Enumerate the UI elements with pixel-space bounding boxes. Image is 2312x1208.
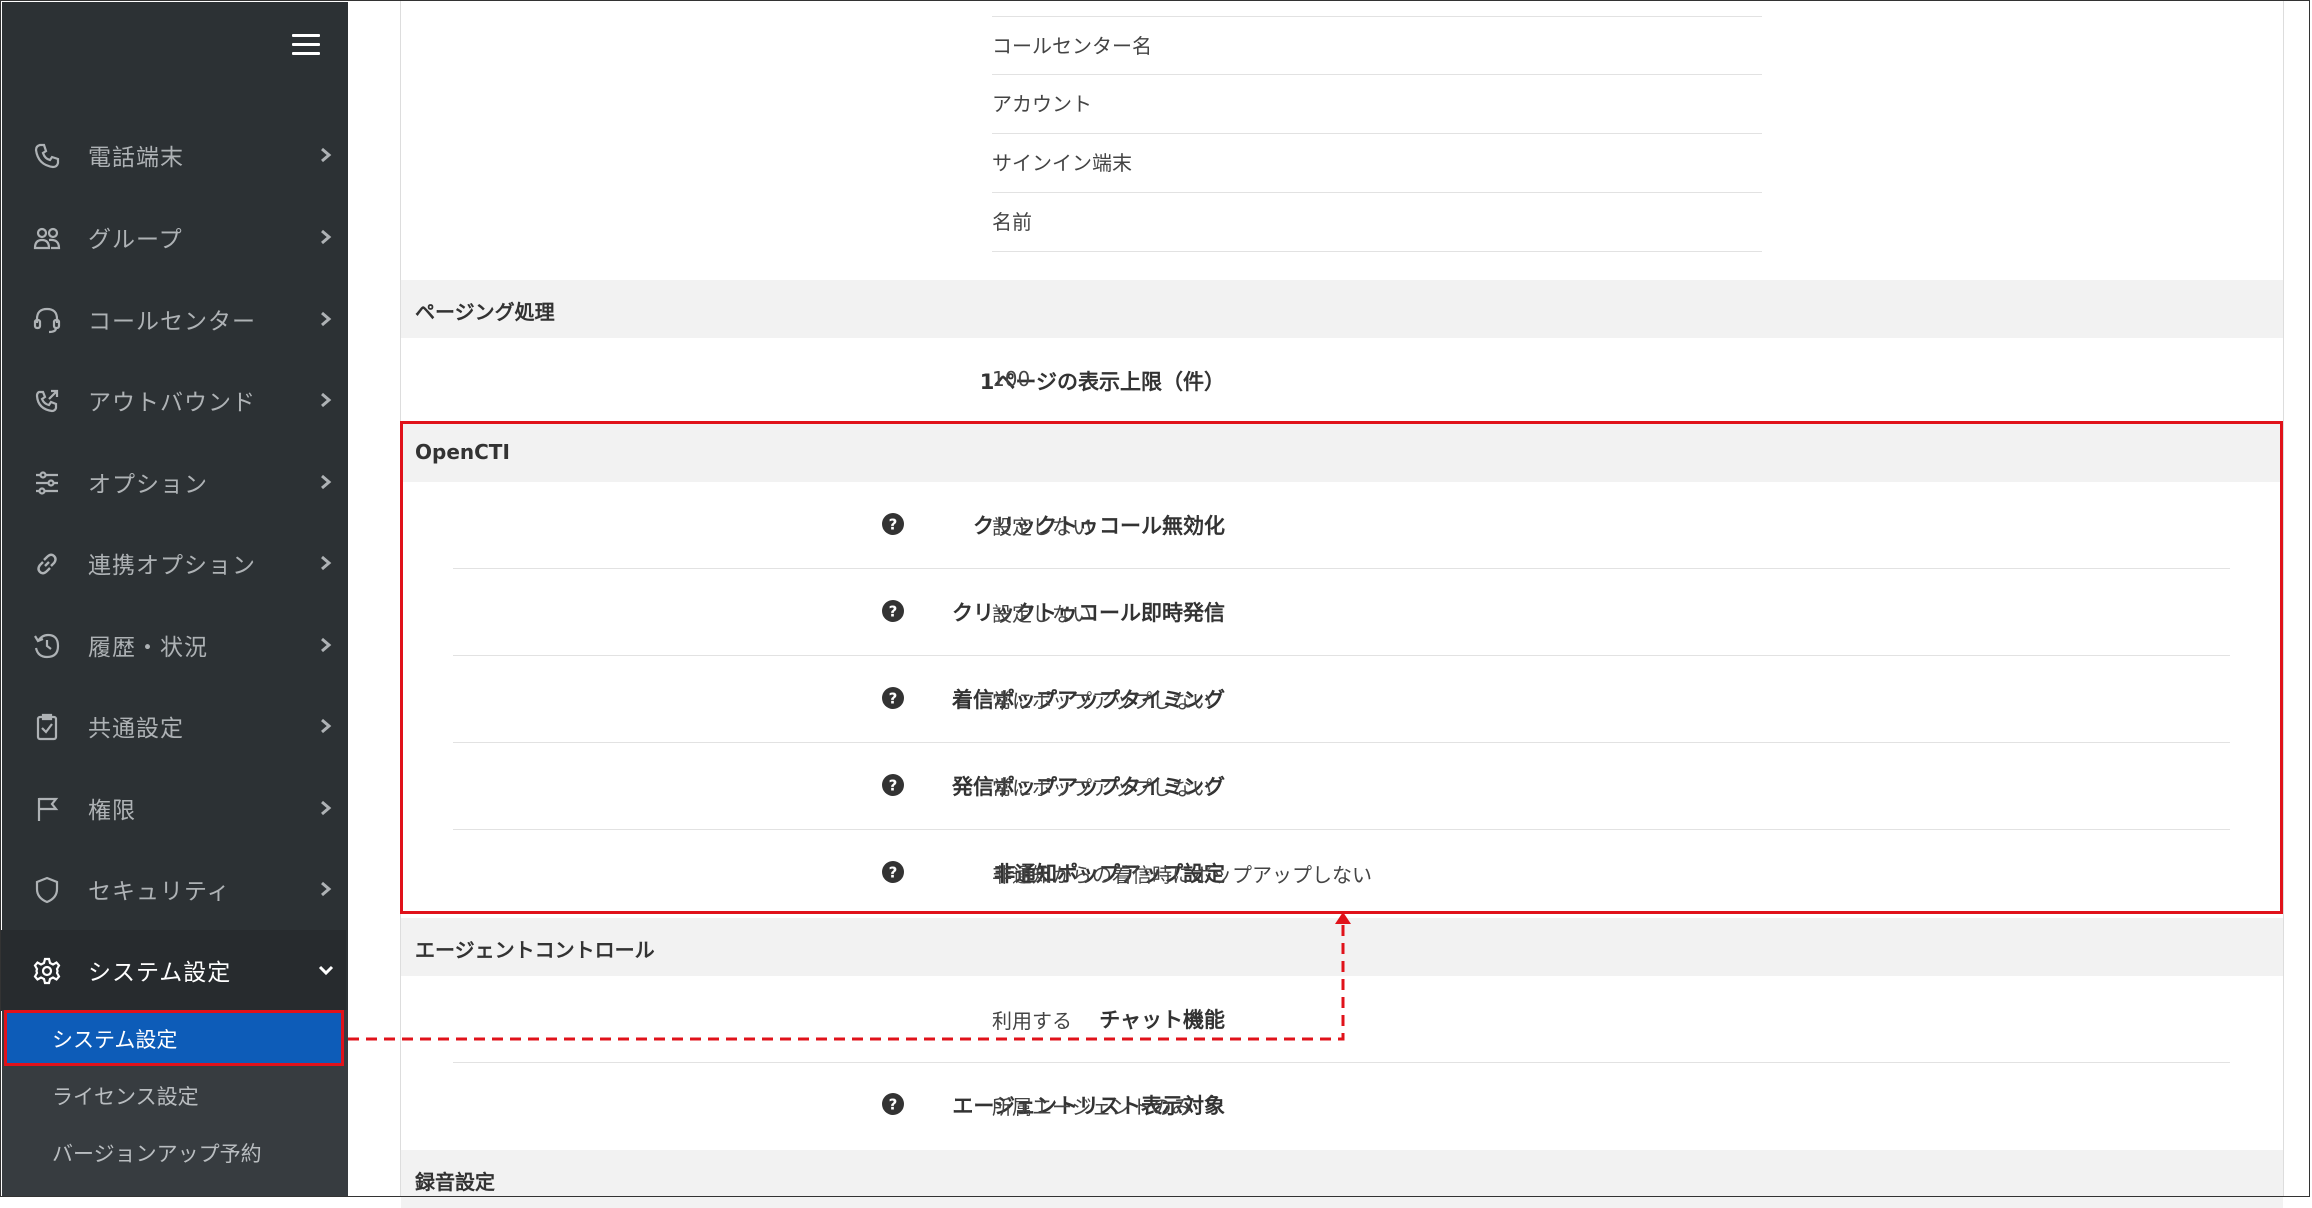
chevron-right-icon xyxy=(316,470,336,494)
sidebar-subitem-system-settings[interactable]: システム設定 xyxy=(4,1010,344,1066)
divider xyxy=(992,16,1762,17)
chevron-right-icon xyxy=(316,388,336,412)
divider xyxy=(992,192,1762,193)
group-icon xyxy=(32,223,62,253)
sidebar-subitem-label: ライセンス設定 xyxy=(52,1085,199,1109)
sidebar-item-label: グループ xyxy=(88,227,183,253)
sidebar-item-common-settings[interactable]: 共通設定 xyxy=(0,686,346,767)
chevron-right-icon xyxy=(316,714,336,738)
divider xyxy=(453,742,2230,743)
sidebar-item-outbound[interactable]: アウトバウンド xyxy=(0,360,346,441)
list-item: 名前 xyxy=(992,210,1032,234)
headset-icon xyxy=(32,305,62,335)
list-item: コールセンター名 xyxy=(992,34,1152,58)
link-icon xyxy=(32,549,62,579)
history-icon xyxy=(32,631,62,661)
sliders-icon xyxy=(32,468,62,498)
hamburger-menu-icon[interactable] xyxy=(292,32,320,56)
section-header-opencti: OpenCTI xyxy=(401,424,2283,482)
sidebar-item-history[interactable]: 履歴・状況 xyxy=(0,605,346,686)
section-header-recording: 録音設定 xyxy=(401,1150,2283,1208)
sidebar-item-label: 共通設定 xyxy=(88,716,184,742)
checklist-icon xyxy=(32,712,62,742)
chevron-down-icon xyxy=(316,958,336,982)
setting-value: 利用する xyxy=(992,1009,1072,1033)
help-icon[interactable]: ? xyxy=(881,773,905,797)
help-icon[interactable]: ? xyxy=(881,860,905,884)
sidebar-item-group[interactable]: グループ xyxy=(0,197,346,278)
divider xyxy=(992,133,1762,134)
chevron-right-icon xyxy=(316,633,336,657)
sidebar-item-label: 権限 xyxy=(88,798,136,824)
gear-icon xyxy=(32,956,62,986)
chevron-right-icon xyxy=(316,143,336,167)
section-header-agent-control: エージェントコントロール xyxy=(401,918,2283,976)
setting-label: チャット機能 xyxy=(1099,1008,1225,1032)
svg-text:?: ? xyxy=(889,777,898,795)
svg-text:?: ? xyxy=(889,516,898,534)
sidebar-item-label: オプション xyxy=(88,472,208,498)
help-icon[interactable]: ? xyxy=(881,512,905,536)
chevron-right-icon xyxy=(316,225,336,249)
help-icon[interactable]: ? xyxy=(881,686,905,710)
divider xyxy=(453,829,2230,830)
settings-content: コールセンター名 アカウント サインイン端末 名前 ページング処理 1ページの表… xyxy=(400,0,2284,1208)
divider xyxy=(453,1062,2230,1063)
sidebar-item-permissions[interactable]: 権限 xyxy=(0,768,346,849)
chevron-right-icon xyxy=(316,796,336,820)
setting-value: 非通知からの着信時にポップアップしない xyxy=(992,863,1372,887)
outbound-call-icon xyxy=(32,386,62,416)
sidebar-item-phone[interactable]: 電話端末 xyxy=(0,115,346,196)
list-item: サインイン端末 xyxy=(992,151,1132,175)
sidebar-subitem-version-up-reservation[interactable]: バージョンアップ予約 xyxy=(4,1124,344,1180)
divider xyxy=(992,74,1762,75)
chevron-right-icon xyxy=(316,551,336,575)
list-item: アカウント xyxy=(992,92,1092,116)
phone-icon xyxy=(32,141,62,171)
setting-value: 所属エージェントのみ xyxy=(992,1095,1192,1119)
setting-value: 設定しない xyxy=(992,515,1092,539)
sidebar-item-label: コールセンター xyxy=(88,309,256,335)
sidebar-item-label: 履歴・状況 xyxy=(88,635,208,661)
sidebar-item-security[interactable]: セキュリティ xyxy=(0,849,346,930)
setting-value: 100 xyxy=(992,367,1031,391)
divider xyxy=(992,251,1762,252)
svg-text:?: ? xyxy=(889,864,898,882)
help-icon[interactable]: ? xyxy=(881,1092,905,1116)
sidebar-item-integration-options[interactable]: 連携オプション xyxy=(0,523,346,604)
sidebar-subitem-license-settings[interactable]: ライセンス設定 xyxy=(4,1067,344,1123)
setting-value: 設定しない xyxy=(992,602,1092,626)
svg-text:?: ? xyxy=(889,603,898,621)
divider xyxy=(453,655,2230,656)
sidebar-item-label: 電話端末 xyxy=(88,145,184,171)
section-title: OpenCTI xyxy=(415,440,510,464)
flag-icon xyxy=(32,794,62,824)
sidebar-item-label: 連携オプション xyxy=(88,553,256,579)
sidebar-item-options[interactable]: オプション xyxy=(0,442,346,523)
sidebar-subitem-label: バージョンアップ予約 xyxy=(52,1142,262,1166)
chevron-right-icon xyxy=(316,307,336,331)
setting-value: 常にポップアップしない xyxy=(992,776,1212,800)
section-title: 録音設定 xyxy=(415,1170,495,1194)
svg-text:?: ? xyxy=(889,690,898,708)
section-title: エージェントコントロール xyxy=(415,938,655,962)
divider xyxy=(453,568,2230,569)
sidebar-item-label: システム設定 xyxy=(88,960,232,986)
sidebar-subitem-label: システム設定 xyxy=(52,1028,178,1052)
section-title: ページング処理 xyxy=(415,300,555,324)
chevron-right-icon xyxy=(316,877,336,901)
help-icon[interactable]: ? xyxy=(881,599,905,623)
section-header-paging: ページング処理 xyxy=(401,280,2283,338)
setting-value: 常にポップアップしない xyxy=(992,689,1212,713)
sidebar-item-label: アウトバウンド xyxy=(88,390,256,416)
shield-icon xyxy=(32,875,62,905)
sidebar-item-call-center[interactable]: コールセンター xyxy=(0,279,346,360)
sidebar-item-label: セキュリティ xyxy=(88,879,231,905)
sidebar-item-system-settings[interactable]: システム設定 xyxy=(0,930,346,1011)
svg-text:?: ? xyxy=(889,1096,898,1114)
